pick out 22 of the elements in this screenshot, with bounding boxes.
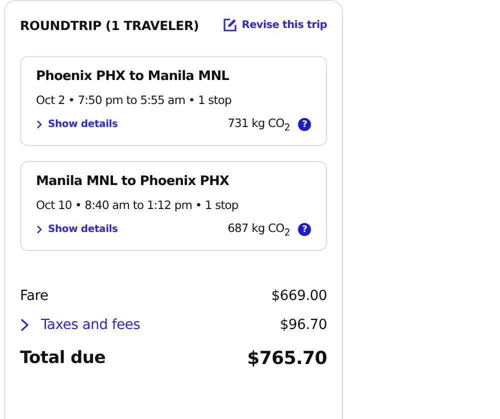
flight-schedule: Oct 2 • 7:50 pm to 5:55 am • 1 stop: [36, 93, 232, 107]
help-button[interactable]: ?: [298, 118, 311, 132]
emissions-text: 731 kg CO$_{2}$: [228, 116, 290, 134]
emissions-text: 687 kg CO$_{2}$: [228, 221, 290, 238]
edit-icon: [222, 18, 237, 32]
trip-title: ROUNDTRIP (1 TRAVELER): [20, 18, 199, 32]
show-details-link[interactable]: Show details: [36, 224, 118, 236]
show-details-link[interactable]: Show details: [36, 119, 118, 130]
revise-link[interactable]: Revise this trip: [222, 18, 327, 32]
chevron-icon: [36, 225, 43, 234]
flight-route: Manila MNL to Phoenix PHX: [36, 174, 230, 189]
help-button[interactable]: ?: [298, 223, 311, 236]
price-label: Fare: [20, 288, 48, 304]
price-amount: $765.70: [247, 348, 327, 368]
taxes-link[interactable]: Taxes and fees: [20, 316, 140, 332]
chevron-icon: [36, 120, 43, 130]
price-amount: $96.70: [280, 316, 327, 332]
flight-schedule: Oct 10 • 8:40 am to 1:12 pm • 1 stop: [36, 198, 240, 212]
chevron-icon: [20, 318, 29, 332]
price-label: Total due: [20, 348, 106, 368]
price-amount: $669.00: [271, 288, 327, 304]
flight-route: Phoenix PHX to Manila MNL: [36, 69, 230, 84]
